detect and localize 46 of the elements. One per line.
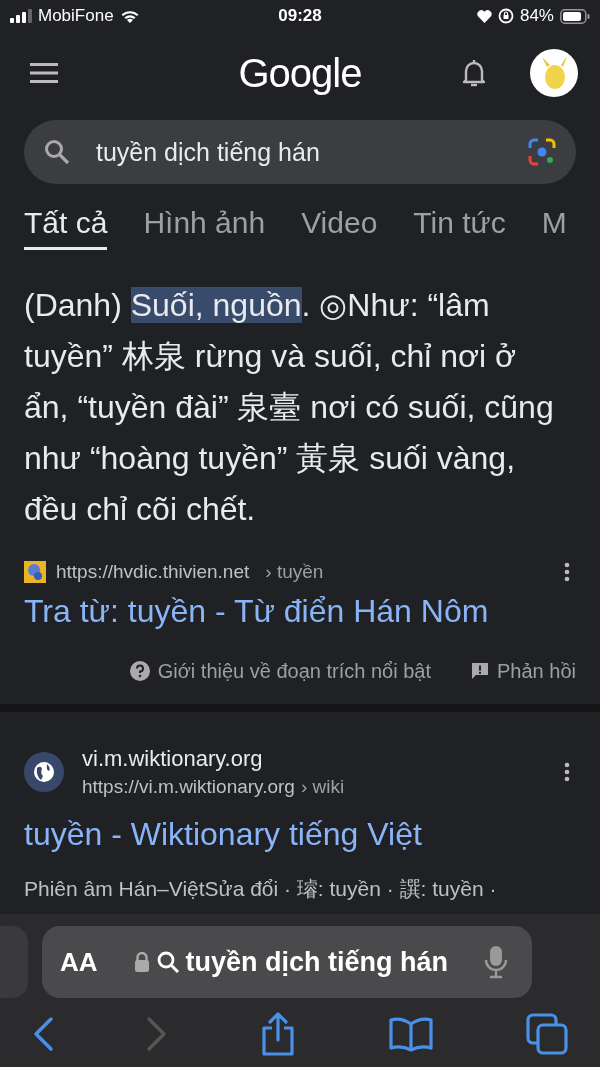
back-icon[interactable] bbox=[32, 1016, 54, 1052]
tab[interactable]: Video bbox=[301, 206, 378, 250]
site-name: vi.m.wiktionary.org bbox=[82, 746, 264, 772]
tab[interactable]: Hình ảnh bbox=[143, 206, 266, 250]
heart-icon bbox=[476, 9, 492, 23]
book-icon[interactable] bbox=[388, 1016, 434, 1052]
result-title-link[interactable]: Tra từ: tuyền - Từ điển Hán Nôm bbox=[24, 593, 576, 630]
feedback-icon[interactable] bbox=[471, 662, 490, 680]
bell-icon[interactable] bbox=[462, 58, 486, 88]
url-path: › wiki bbox=[300, 776, 345, 798]
lock-icon bbox=[133, 951, 150, 973]
help-icon[interactable] bbox=[129, 661, 150, 681]
result-title-link[interactable]: tuyền - Wiktionary tiếng Việt bbox=[24, 816, 576, 853]
site-favicon bbox=[24, 561, 46, 583]
clock-time: 09:28 bbox=[278, 6, 322, 26]
google-logo: Google bbox=[238, 50, 362, 96]
text-size-button[interactable]: AA bbox=[60, 946, 98, 978]
search-icon bbox=[155, 950, 180, 974]
battery-percent: 84% bbox=[519, 6, 554, 26]
share-icon[interactable] bbox=[260, 1012, 296, 1056]
result-url: https://vi.m.wiktionary.org bbox=[82, 776, 295, 798]
url-path: › tuyền bbox=[265, 561, 324, 583]
globe-icon bbox=[24, 752, 64, 792]
signal-icon bbox=[10, 9, 32, 23]
rotation-lock-icon bbox=[497, 8, 514, 24]
camera-lens-icon[interactable] bbox=[528, 138, 556, 166]
tabs-icon[interactable] bbox=[526, 1013, 568, 1055]
avatar[interactable] bbox=[530, 49, 578, 97]
snippet-text: (Danh) Suối, nguồn. ◎Như: “lâm tuyền” 林泉 rừng và suối, chỉ nơi ở ẩn, “tuyền đài” 泉臺 nơi có suối, cũng như “hoàng tuyền” 黃泉 suối vàng, đều chỉ cõi chết. bbox=[24, 286, 555, 529]
carrier-name: MobiFone bbox=[38, 6, 114, 26]
search-icon bbox=[44, 139, 70, 165]
wifi-icon bbox=[119, 8, 140, 24]
result-url: https://hvdic.thivien.net bbox=[56, 561, 250, 583]
tab[interactable]: Tin tức bbox=[413, 206, 506, 250]
feedback-link[interactable]: Phản hồi bbox=[497, 659, 576, 683]
more-icon[interactable] bbox=[564, 762, 570, 782]
more-icon[interactable] bbox=[564, 562, 570, 582]
address-field[interactable]: AA tuyền dịch tiếng hán bbox=[42, 926, 532, 998]
tab[interactable]: Tất cả bbox=[24, 206, 108, 250]
microphone-icon[interactable] bbox=[484, 945, 508, 979]
battery-icon bbox=[560, 8, 590, 24]
about-snippet-link[interactable]: Giới thiệu về đoạn trích nổi bật bbox=[157, 659, 432, 683]
menu-icon[interactable] bbox=[30, 63, 58, 83]
search-field[interactable]: tuyền dịch tiếng hán bbox=[24, 120, 576, 184]
tab[interactable]: M bbox=[541, 206, 567, 250]
snippet-text: Phiên âm Hán–ViệtSửa đổi · 璿: tuyền · 譔: tuyền · bbox=[24, 876, 498, 902]
